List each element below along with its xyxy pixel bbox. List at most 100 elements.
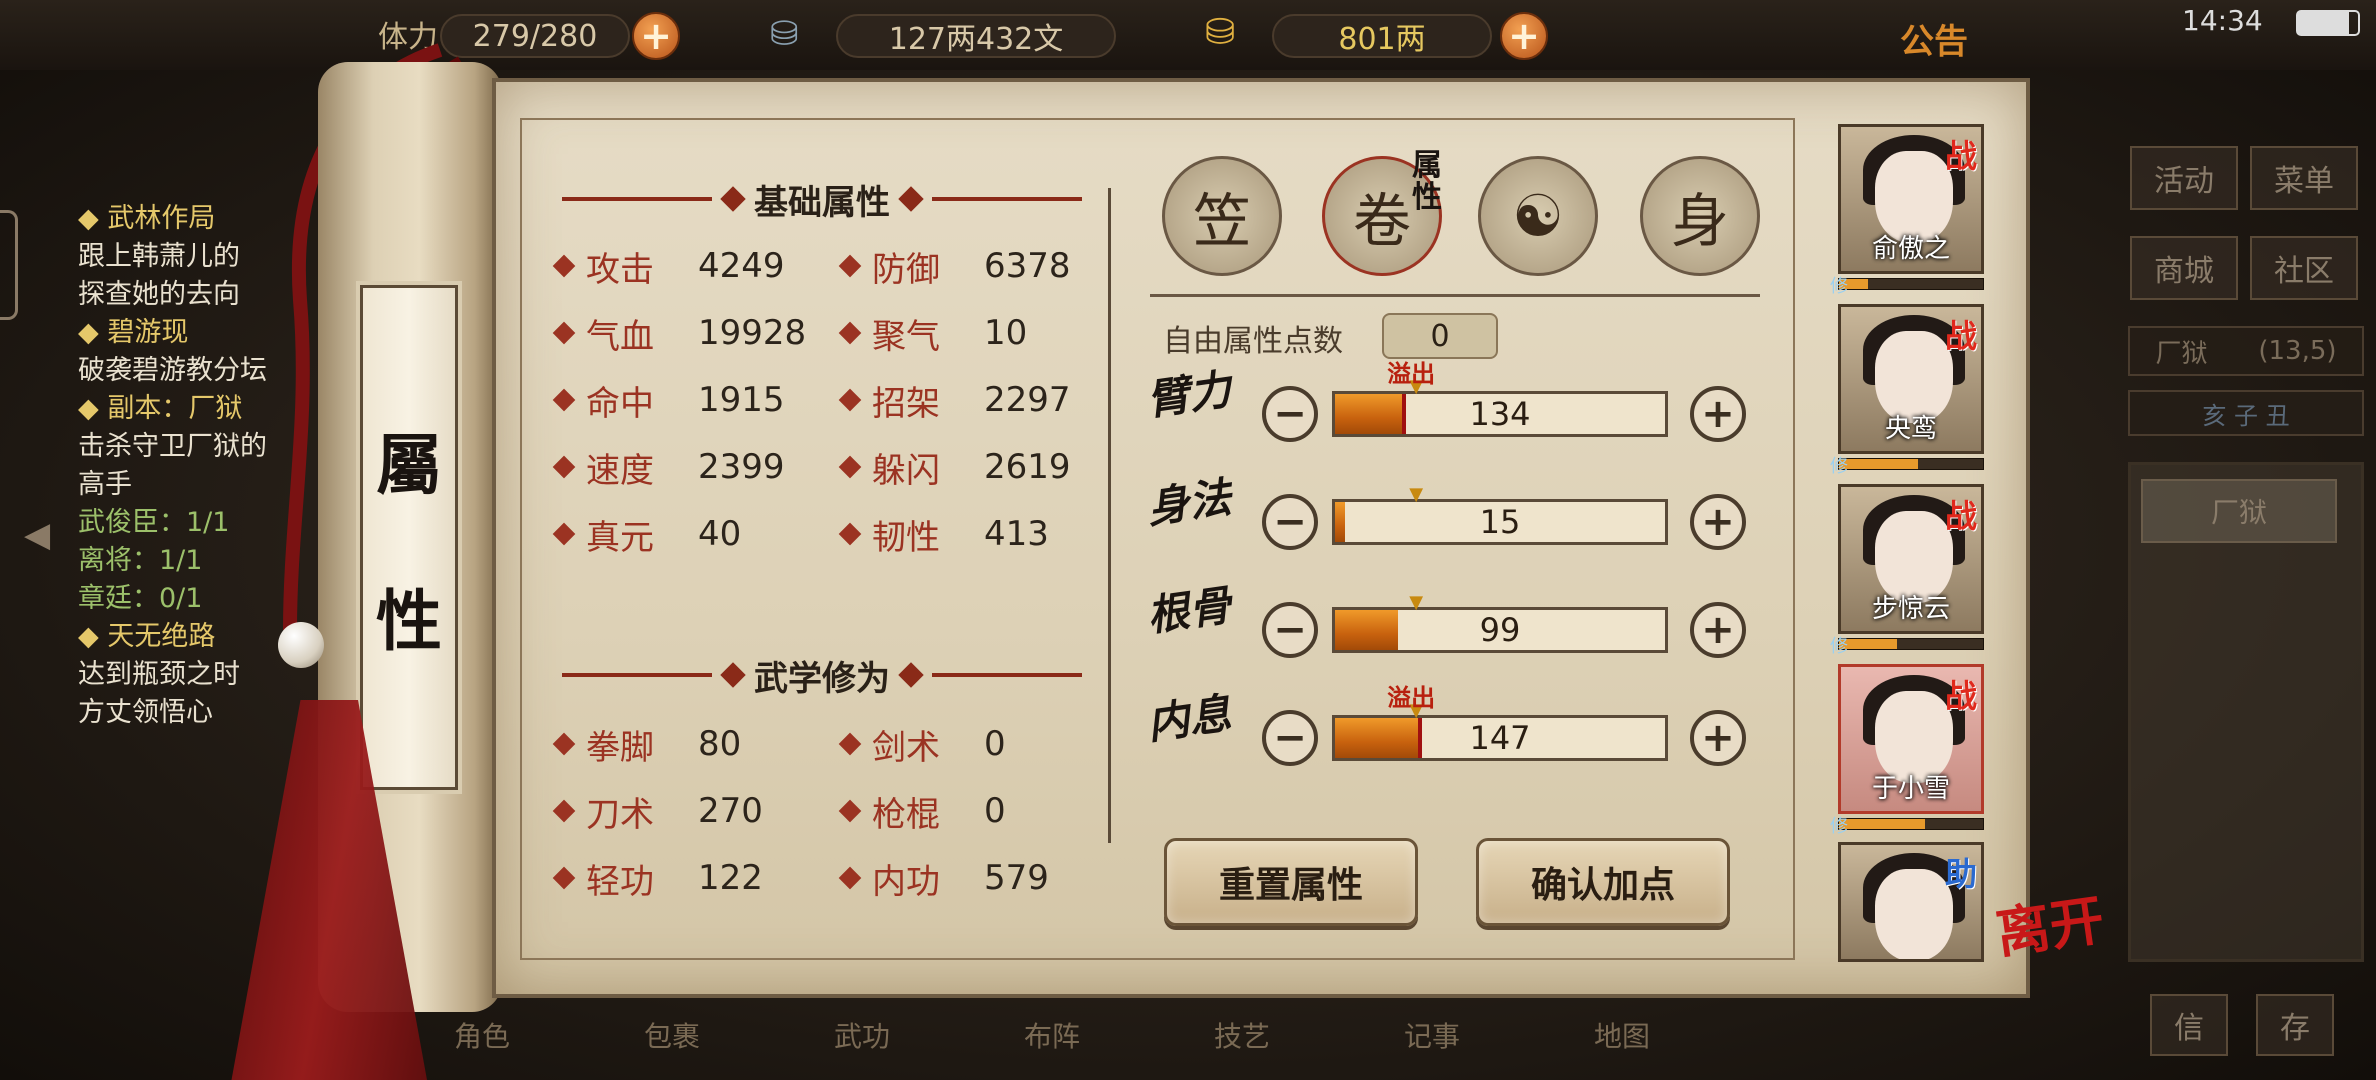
- martial-stat-row: 轻功 122: [552, 856, 836, 902]
- basic-stat-value: 1915: [698, 380, 785, 420]
- cap-marker-icon: ▼: [1409, 592, 1424, 613]
- time-zodiac-bar: 亥 子 丑: [2128, 390, 2364, 436]
- xp-fill: [1839, 819, 1926, 829]
- overflow-marker: [1401, 394, 1406, 434]
- role-tag: 战: [1944, 497, 1977, 535]
- increase-1-button[interactable]: +: [1690, 494, 1746, 550]
- basic-attributes-title: 基础属性: [754, 182, 890, 223]
- party-member-0[interactable]: 俞傲之 战: [1838, 124, 1984, 274]
- reset-attributes-button[interactable]: 重置属性: [1164, 838, 1418, 926]
- diamond-icon: [552, 866, 576, 890]
- diamond-icon: [838, 321, 862, 345]
- side-collapse-handle[interactable]: [0, 210, 18, 320]
- basic-stat-name: 命中: [586, 383, 654, 424]
- equipment-tab[interactable]: 笠: [1162, 156, 1282, 276]
- diamond-icon: [552, 321, 576, 345]
- martial-stat-value: 122: [698, 858, 763, 898]
- martial-stat-name: 轻功: [586, 861, 654, 902]
- quest-collapse-arrow-icon[interactable]: ◀: [24, 515, 50, 555]
- community-button[interactable]: 社区: [2250, 236, 2358, 300]
- mall-button[interactable]: 商城: [2130, 236, 2238, 300]
- basic-stat-value: 2297: [984, 380, 1071, 420]
- attribute-name: 根骨: [1143, 580, 1235, 641]
- bottom-nav-2[interactable]: 武功: [740, 995, 890, 1075]
- bagua-tab[interactable]: ☯: [1478, 156, 1598, 276]
- basic-stat-row: 气血 19928: [552, 311, 836, 357]
- decrease-0-button[interactable]: −: [1262, 386, 1318, 442]
- bottom-nav-4[interactable]: 技艺: [1120, 995, 1270, 1075]
- minimap[interactable]: 厂狱: [2128, 462, 2364, 962]
- attribute-value: 147: [1469, 719, 1531, 757]
- basic-stat-row: 躲闪 2619: [838, 445, 1122, 491]
- diamond-icon: [838, 254, 862, 278]
- party-member-4[interactable]: 助: [1838, 842, 1984, 962]
- menu-button[interactable]: 菜单: [2250, 146, 2358, 210]
- diamond-icon: [552, 388, 576, 412]
- increase-2-button[interactable]: +: [1690, 602, 1746, 658]
- free-points-label: 自由属性点数: [1163, 324, 1343, 359]
- basic-stat-row: 聚气 10: [838, 311, 1122, 357]
- bagua-icon: ☯: [1512, 182, 1564, 250]
- bottom-nav-3[interactable]: 布阵: [930, 995, 1080, 1075]
- quest-line: 方丈领悟心: [78, 697, 213, 728]
- basic-stat-row: 命中 1915: [552, 378, 836, 424]
- basic-stat-value: 413: [984, 514, 1049, 554]
- martial-stat-value: 270: [698, 791, 763, 831]
- activity-button[interactable]: 活动: [2130, 146, 2238, 210]
- save-button[interactable]: 存: [2256, 994, 2334, 1056]
- minimap-location[interactable]: 厂狱: [2141, 479, 2337, 543]
- bottom-nav-6[interactable]: 地图: [1500, 995, 1650, 1075]
- bottom-nav-1[interactable]: 包裹: [550, 995, 700, 1075]
- bottom-nav: 角色 包裹 武功 布阵 技艺 记事 地图: [360, 990, 1760, 1080]
- xp-fill: [1839, 459, 1919, 469]
- basic-stat-name: 真元: [586, 517, 654, 558]
- diamond-icon: [552, 455, 576, 479]
- scroll-title-char-1: 屬: [376, 425, 442, 504]
- add-gold-button[interactable]: +: [1500, 12, 1548, 60]
- diamond-icon: [838, 866, 862, 890]
- basic-stat-value: 4249: [698, 246, 785, 286]
- martial-stat-value: 80: [698, 724, 742, 764]
- increase-0-button[interactable]: +: [1690, 386, 1746, 442]
- martial-stat-name: 刀术: [586, 794, 654, 835]
- announcement-button[interactable]: 公告: [1900, 14, 1968, 63]
- basic-stat-value: 2399: [698, 447, 785, 487]
- basic-stat-value: 10: [984, 313, 1028, 353]
- location-bar: 厂狱 (13,5): [2128, 326, 2364, 376]
- basic-stat-row: 攻击 4249: [552, 244, 836, 290]
- confirm-points-button[interactable]: 确认加点: [1476, 838, 1730, 926]
- overflow-label: 溢出: [1387, 684, 1436, 712]
- party-member-3[interactable]: 于小雪 战: [1838, 664, 1984, 814]
- martial-stat-row: 剑术 0: [838, 722, 1122, 768]
- attribute-bar: 147: [1332, 715, 1668, 761]
- diamond-icon: [838, 455, 862, 479]
- basic-attributes-header: 基础属性: [562, 176, 1082, 223]
- decrease-1-button[interactable]: −: [1262, 494, 1318, 550]
- meridian-tab[interactable]: 身: [1640, 156, 1760, 276]
- martial-stat-row: 刀术 270: [552, 789, 836, 835]
- overflow-marker: [1418, 718, 1423, 758]
- party-member-1[interactable]: 央鸾 战: [1838, 304, 1984, 454]
- increase-3-button[interactable]: +: [1690, 710, 1746, 766]
- martial-header: 武学修为: [562, 652, 1082, 699]
- decrease-3-button[interactable]: −: [1262, 710, 1318, 766]
- role-tag: 战: [1944, 317, 1977, 355]
- overflow-label: 溢出: [1387, 360, 1436, 388]
- basic-stat-row: 速度 2399: [552, 445, 836, 491]
- leave-button[interactable]: 离开: [1992, 887, 2117, 1017]
- location-name: 厂狱: [2155, 338, 2208, 369]
- bottom-nav-5[interactable]: 记事: [1310, 995, 1460, 1075]
- bottom-nav-0[interactable]: 角色: [360, 995, 510, 1075]
- basic-stat-name: 招架: [872, 383, 940, 424]
- cap-marker-icon: ▼: [1409, 484, 1424, 505]
- meridian-body-icon: 身: [1670, 187, 1729, 255]
- party-member-2[interactable]: 步惊云 战: [1838, 484, 1984, 634]
- decrease-2-button[interactable]: −: [1262, 602, 1318, 658]
- attribute-bar: 99: [1332, 607, 1668, 653]
- member-xp-bar: [1838, 278, 1984, 290]
- mail-button[interactable]: 信: [2150, 994, 2228, 1056]
- add-stamina-button[interactable]: +: [632, 12, 680, 60]
- attribute-name: 身法: [1143, 472, 1235, 533]
- xp-badge-icon: 修: [1830, 456, 1848, 477]
- member-name: 于小雪: [1871, 774, 1950, 804]
